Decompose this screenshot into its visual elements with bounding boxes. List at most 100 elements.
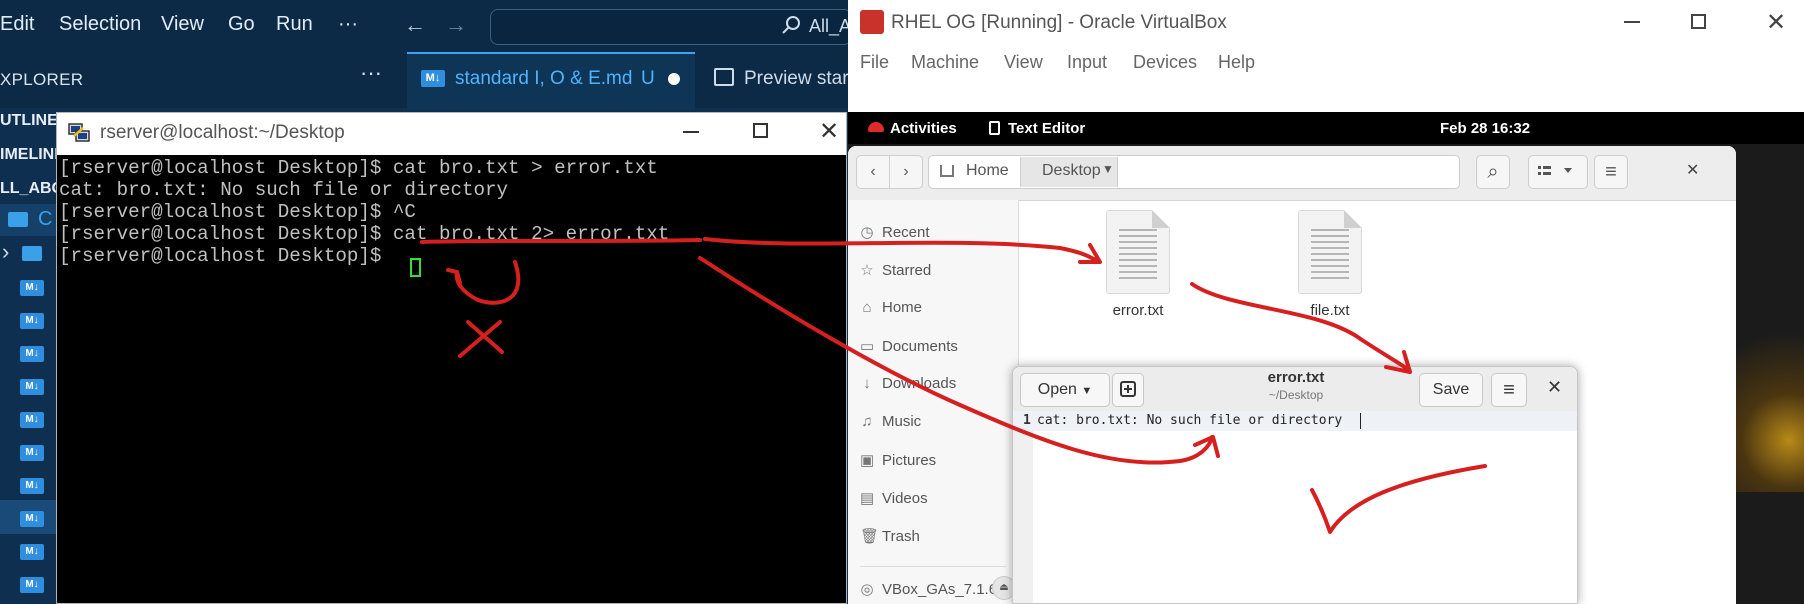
clock[interactable]: Feb 28 16:32 [1440,120,1530,137]
forward-icon[interactable]: › [889,155,923,189]
outline-section[interactable]: UTLINE [0,112,58,130]
text-file-icon [1106,210,1170,294]
maximize-icon[interactable] [1691,14,1706,29]
markdown-icon[interactable]: M↓ [20,346,44,362]
activities-button[interactable]: Activities [890,120,957,137]
terminal-line: [rserver@localhost Desktop]$ [59,245,393,267]
folder-row[interactable]: C [0,204,56,236]
terminal-cursor [410,258,421,277]
virtualbox-icon [860,10,884,34]
file-error-txt[interactable] [1106,210,1170,294]
file-file-txt[interactable] [1298,210,1362,294]
videos-icon: ▤ [860,490,875,507]
menu-go[interactable]: Go [228,13,255,36]
terminal-line: [rserver@localhost Desktop]$ cat bro.txt… [59,223,670,245]
sidebar-item-label: Pictures [882,452,937,469]
sidebar-item-home[interactable]: ⌂ Home [860,299,922,316]
file-name: error.txt [1112,302,1164,319]
save-button[interactable]: Save [1419,373,1483,407]
menu-more[interactable]: ··· [338,13,358,36]
menu-view[interactable]: View [161,13,204,36]
path-desktop-label: Desktop [1042,162,1101,179]
unsaved-dot-icon[interactable] [668,73,680,85]
tree-folder-row[interactable]: › [0,238,56,270]
sidebar-item-downloads[interactable]: ↓ Downloads [860,375,956,392]
back-icon[interactable]: ‹ [856,155,890,189]
menu-icon[interactable]: ≡ [1594,155,1628,189]
markdown-icon[interactable]: M↓ [20,544,44,560]
sidebar-item-documents[interactable]: ▭ Documents [860,337,958,355]
vbox-menu-devices[interactable]: Devices [1133,52,1197,73]
menu-edit[interactable]: Edit [0,13,34,36]
virtualbox-titlebar[interactable]: RHEL OG [Running] - Oracle VirtualBox ✕ [848,0,1804,44]
markdown-icon[interactable]: M↓ [20,511,44,527]
sidebar-item-pictures[interactable]: ▣ Pictures [860,451,936,469]
sidebar-divider [860,566,1006,567]
terminal-line: [rserver@localhost Desktop]$ ^C [59,201,416,223]
trash-icon: 🗑 [860,528,880,545]
sidebar-item-trash[interactable]: 🗑 Trash [860,527,920,545]
terminal-titlebar[interactable]: rserver@localhost:~/Desktop ✕ [57,113,846,155]
minimize-icon[interactable] [1624,21,1640,23]
markdown-icon[interactable]: M↓ [20,445,44,461]
sidebar-item-label: Starred [882,262,932,279]
redhat-icon [868,122,884,132]
sidebar-item-recent[interactable]: ◷ Recent [860,223,930,241]
workspace-section[interactable]: LL_ABO [0,180,64,198]
close-icon[interactable]: ✕ [1766,8,1786,37]
terminal-title: rserver@localhost:~/Desktop [100,122,345,143]
markdown-icon[interactable]: M↓ [20,412,44,428]
vbox-menu-help[interactable]: Help [1218,52,1255,73]
markdown-icon[interactable]: M↓ [20,313,44,329]
sidebar-item-label: Recent [882,224,930,241]
app-menu[interactable]: Text Editor [1008,120,1085,137]
markdown-icon[interactable]: M↓ [20,280,44,296]
home-icon: ⌂ [862,299,872,316]
terminal-output[interactable]: [rserver@localhost Desktop]$ cat bro.txt… [59,157,844,601]
explorer-title: XPLORER [0,70,84,89]
markdown-icon[interactable]: M↓ [20,478,44,494]
chevron-right-icon: › [2,239,10,264]
sidebar-item-vbox-gas[interactable]: ◎ VBox_GAs_7.1.6 [860,580,997,598]
close-icon[interactable]: ✕ [819,117,839,146]
markdown-icon: M↓ [421,70,445,87]
close-icon[interactable]: ✕ [1547,377,1562,398]
tab-preview[interactable]: Preview star [744,68,849,90]
virtualbox-menubar: File Machine View Input Devices Help [848,44,1804,78]
sidebar-item-label: VBox_GAs_7.1.6 [882,581,998,598]
terminal-line: cat: bro.txt: No such file or directory [59,179,509,201]
menu-selection[interactable]: Selection [59,13,141,36]
vbox-menu-file[interactable]: File [860,52,889,73]
sidebar-item-videos[interactable]: ▤ Videos [860,489,928,507]
pictures-icon: ▣ [860,452,875,469]
sidebar-item-label: Music [882,413,922,430]
search-button[interactable]: ⌕ [1476,155,1510,189]
sidebar-item-starred[interactable]: ☆ Starred [860,261,931,279]
chevron-down-icon: ▼ [1102,162,1114,176]
minimize-icon[interactable] [683,131,699,133]
vbox-menu-machine[interactable]: Machine [911,52,979,73]
menu-run[interactable]: Run [276,13,313,36]
virtualbox-window: RHEL OG [Running] - Oracle VirtualBox ✕ … [848,0,1804,604]
nav-forward-icon[interactable]: → [445,12,467,38]
maximize-icon[interactable] [753,123,768,138]
markdown-icon[interactable]: M↓ [20,379,44,395]
vscode-menubar: Edit Selection View Go Run ··· ← → All_A [0,0,852,52]
desktop-wallpaper [1728,320,1804,492]
sidebar-item-music[interactable]: ♫ Music [860,413,921,430]
view-options-button[interactable] [1528,155,1588,189]
text-editor-headerbar[interactable]: Open ▼ error.txt ~/Desktop Save ≡ ✕ [1013,367,1577,412]
close-icon[interactable]: ✕ [1686,160,1699,180]
markdown-icon[interactable]: M↓ [20,577,44,593]
explorer-more-button[interactable]: ··· [360,60,382,86]
vbox-menu-input[interactable]: Input [1067,52,1107,73]
music-icon: ♫ [861,413,873,430]
vbox-menu-view[interactable]: View [1004,52,1043,73]
line-number-gutter [1013,411,1033,603]
editor-text[interactable]: cat: bro.txt: No such file or directory [1037,413,1342,428]
terminal-line: [rserver@localhost Desktop]$ cat bro.txt… [59,157,658,179]
tab-label: standard I, O & E.md [455,68,633,89]
nav-back-icon[interactable]: ← [404,12,426,38]
hamburger-menu-icon[interactable]: ≡ [1491,373,1527,407]
preview-icon [714,68,734,86]
